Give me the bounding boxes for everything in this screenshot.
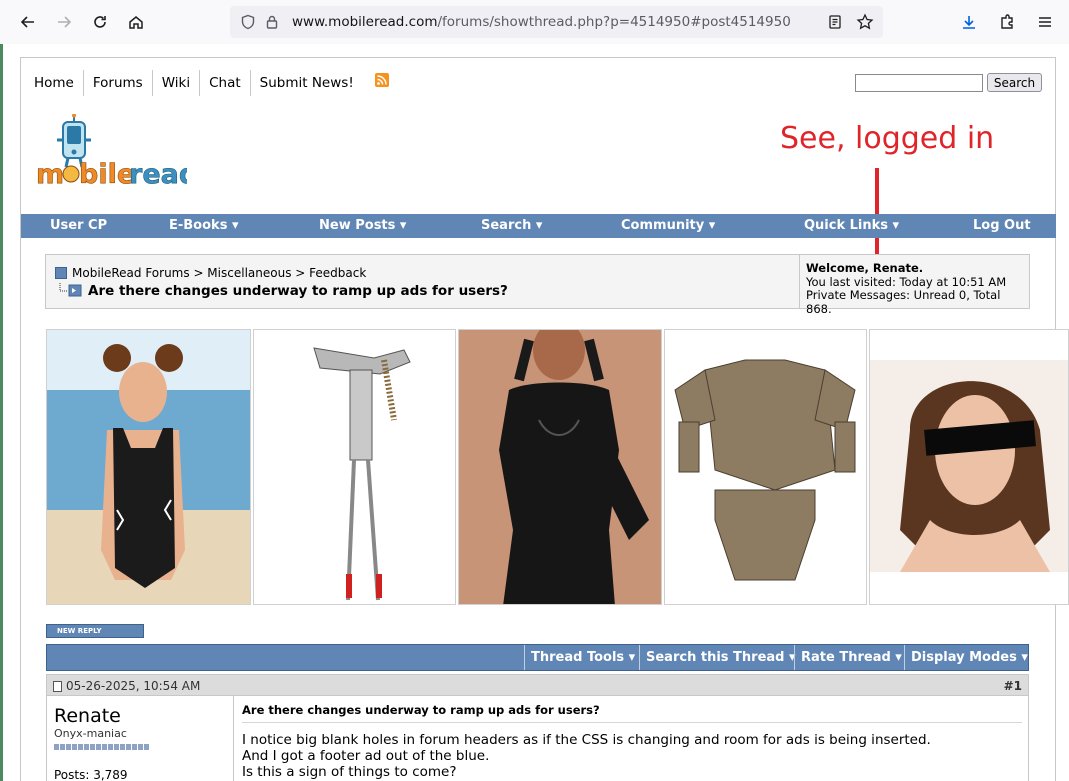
post-title: Are there changes underway to ramp up ad… [242,703,600,717]
menu-search[interactable]: Search ▾ [481,218,542,233]
svg-text:bile: bile [79,159,135,190]
browser-toolbar: www.mobileread.com/forums/showthread.php… [0,0,1069,44]
handwritten-annotation: See, logged in [780,121,995,156]
thread-tools-menu[interactable]: Thread Tools ▾ [524,645,639,670]
breadcrumb-panel: MobileRead Forums > Miscellaneous > Feed… [45,254,1030,315]
post-author-panel: Renate Onyx-maniac Posts: 3,789 [46,696,233,781]
annotation-pointer-line [875,168,879,258]
thread-arrow-icon [59,283,82,297]
nav-wiki-link[interactable]: Wiki [153,70,201,96]
last-visited: You last visited: Today at 10:51 AM [806,274,1007,289]
site-search-button[interactable]: Search [987,73,1042,92]
welcome-username[interactable]: Renate. [873,261,923,275]
menu-new-posts[interactable]: New Posts ▾ [319,218,406,233]
post-body: I notice big blank holes in forum header… [242,732,931,780]
reader-view-icon[interactable] [823,10,847,34]
post-document-icon [53,681,62,692]
post-header: 05-26-2025, 10:54 AM #1 [46,674,1029,696]
post-username[interactable]: Renate [54,705,121,727]
ad-image-4[interactable] [664,329,867,605]
download-icon[interactable] [951,4,987,40]
nav-submit-news-link[interactable]: Submit News! [251,70,363,96]
nav-chat-link[interactable]: Chat [200,70,251,96]
ad-image-3[interactable] [458,329,662,605]
url-path: /forums/showthread.php?p=4514950#post451… [437,14,791,30]
post-content: Are there changes underway to ramp up ad… [233,696,1029,781]
search-thread-menu[interactable]: Search this Thread ▾ [639,645,796,670]
post-body-line: And I got a footer ad out of the blue. [242,748,490,764]
ad-image-1[interactable] [46,329,251,605]
post-count: Posts: 3,789 [54,768,128,781]
breadcrumb[interactable]: MobileRead Forums > Miscellaneous > Feed… [72,266,366,280]
menu-ebooks[interactable]: E-Books ▾ [169,218,238,233]
ad-banner-strip [46,329,1069,605]
rss-feed-icon[interactable] [374,73,389,87]
welcome-prefix: Welcome, [806,261,873,275]
menu-hamburger-icon[interactable] [1027,4,1063,40]
lock-icon[interactable] [260,10,284,34]
welcome-line: Welcome, Renate. [806,261,1024,276]
main-menu-bar: User CP E-Books ▾ New Posts ▾ Search ▾ C… [21,214,1056,238]
menu-quick-links[interactable]: Quick Links ▾ [804,218,899,233]
forum-home-icon[interactable] [55,267,67,279]
ad-image-5[interactable] [869,329,1069,605]
rate-thread-menu[interactable]: Rate Thread ▾ [794,645,904,670]
svg-text:m: m [36,159,64,190]
new-reply-button[interactable]: NEW REPLY [46,624,144,638]
private-messages[interactable]: Private Messages: Unread 0, Total 868. [806,288,1024,316]
url-text: www.mobileread.com/forums/showthread.php… [292,14,791,30]
post-divider [242,722,1022,723]
post-body-line: Is this a sign of things to come? [242,764,457,780]
thread-title: Are there changes underway to ramp up ad… [88,283,508,299]
post-date: 05-26-2025, 10:54 AM [66,679,201,693]
post-body-line: I notice big blank holes in forum header… [242,732,931,748]
url-host: www.mobileread.com [292,14,438,30]
back-arrow-icon[interactable] [10,4,46,40]
mobileread-logo[interactable]: m bile read [35,114,187,192]
home-icon[interactable] [118,4,154,40]
post-user-title: Onyx-maniac [54,727,127,740]
ad-image-2[interactable] [253,329,456,605]
shield-icon[interactable] [236,10,260,34]
reload-icon[interactable] [82,4,118,40]
welcome-panel: Welcome, Renate. You last visited: Today… [799,255,1030,315]
top-nav: Home Forums Wiki Chat Submit News! [25,70,389,96]
thread-tools-bar: Thread Tools ▾ Search this Thread ▾ Rate… [46,644,1029,671]
menu-log-out[interactable]: Log Out [973,218,1031,233]
extensions-icon[interactable] [989,4,1025,40]
nav-forums-link[interactable]: Forums [84,70,153,96]
menu-user-cp[interactable]: User CP [50,218,107,233]
display-modes-menu[interactable]: Display Modes ▾ [904,645,1029,670]
site-search-input[interactable] [855,74,983,92]
nav-home-link[interactable]: Home [25,70,84,96]
post-number-link[interactable]: #1 [1004,679,1022,693]
forward-arrow-icon[interactable] [46,4,82,40]
bookmark-star-icon[interactable] [853,10,877,34]
menu-community[interactable]: Community ▾ [621,218,715,233]
svg-text:read: read [129,159,187,190]
url-bar[interactable]: www.mobileread.com/forums/showthread.php… [230,6,883,38]
reputation-bar [54,744,149,750]
